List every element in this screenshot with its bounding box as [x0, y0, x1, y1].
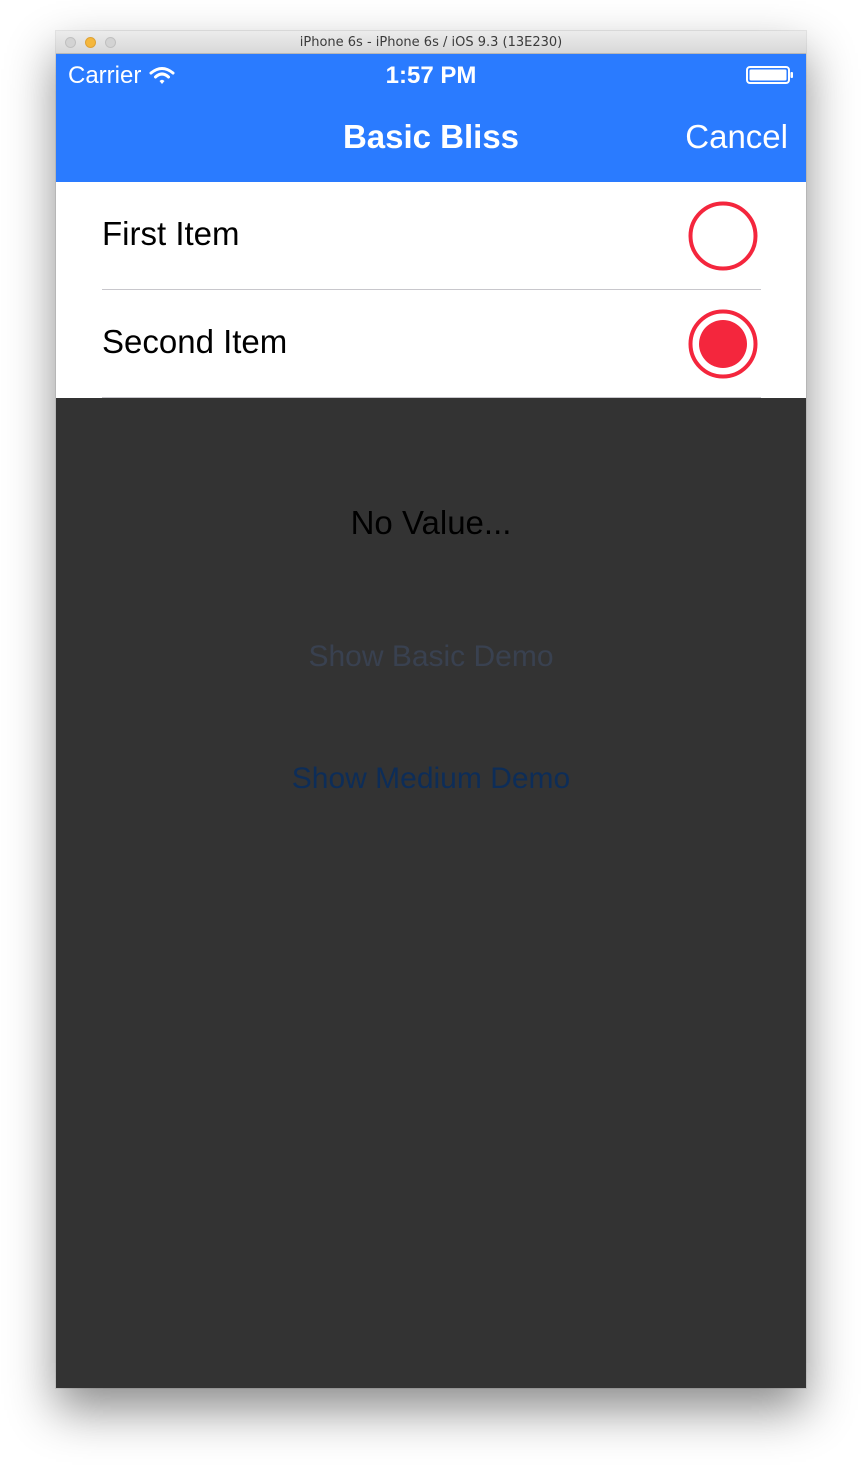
- options-list: First Item Second Item: [56, 182, 806, 398]
- cancel-button[interactable]: Cancel: [685, 118, 788, 156]
- window-title: iPhone 6s - iPhone 6s / iOS 9.3 (13E230): [299, 35, 563, 50]
- status-time: 1:57 PM: [385, 62, 477, 89]
- list-item-label: First Item: [102, 215, 240, 252]
- list-item-label: Second Item: [102, 323, 288, 360]
- battery-icon: [746, 66, 793, 84]
- list-item[interactable]: Second Item: [56, 290, 806, 398]
- device-screen: Carrier 1:57 PM Basic Bliss Cancel First…: [56, 54, 806, 1388]
- row-separator: [102, 397, 761, 398]
- navigation-bar: Carrier 1:57 PM Basic Bliss Cancel: [56, 54, 806, 182]
- value-label: No Value...: [350, 504, 512, 541]
- show-basic-demo-button[interactable]: Show Basic Demo: [56, 640, 806, 674]
- radio-unselected-icon[interactable]: [688, 201, 758, 271]
- simulator-window: iPhone 6s - iPhone 6s / iOS 9.3 (13E230)…: [56, 31, 806, 1388]
- radio-selected-icon[interactable]: [688, 309, 758, 379]
- list-item[interactable]: First Item: [56, 182, 806, 290]
- window-titlebar: iPhone 6s - iPhone 6s / iOS 9.3 (13E230): [56, 31, 806, 54]
- show-medium-demo-button[interactable]: Show Medium Demo: [56, 762, 806, 796]
